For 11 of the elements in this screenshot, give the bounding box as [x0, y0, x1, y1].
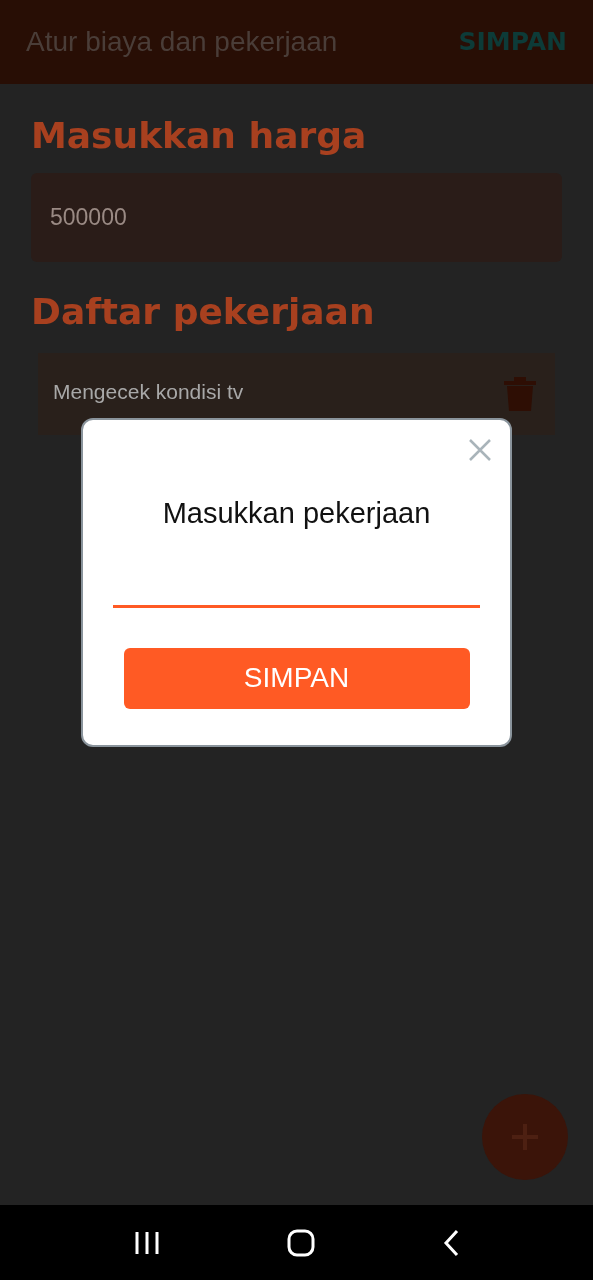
close-icon — [468, 438, 492, 462]
recent-apps-icon[interactable] — [133, 1230, 160, 1255]
save-button[interactable]: SIMPAN — [123, 647, 470, 709]
home-icon[interactable] — [286, 1228, 315, 1257]
job-text: Mengecek kondisi tv — [53, 378, 244, 405]
close-button[interactable] — [468, 438, 492, 462]
dialog-title: Masukkan pekerjaan — [161, 496, 432, 531]
price-field[interactable]: 500000 — [31, 173, 562, 263]
back-icon[interactable] — [441, 1228, 460, 1257]
section-heading: Masukkan harga — [31, 114, 368, 158]
section-heading: Daftar pekerjaan — [31, 290, 376, 334]
